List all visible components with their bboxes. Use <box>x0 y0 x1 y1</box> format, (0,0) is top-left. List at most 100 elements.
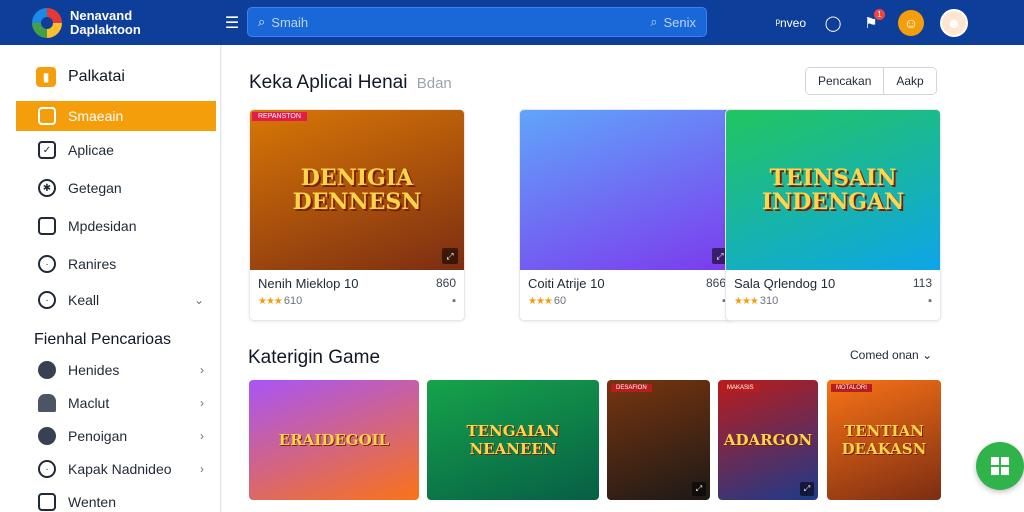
game-avatar-icon[interactable]: ☺ <box>898 9 924 36</box>
card-name: Sala Qrlendog 10 <box>734 276 836 291</box>
category-tile-2[interactable]: DESAFION ⤢ <box>607 380 710 500</box>
card-name: Nenih Mieklop 10 <box>258 276 359 291</box>
sidebar-section-item-1[interactable]: Maclut › <box>0 388 220 418</box>
sidebar-section-item-2[interactable]: Penoigan › <box>0 421 220 451</box>
search-submit-button[interactable]: ⌕ Senix <box>650 14 696 30</box>
square-icon <box>38 217 56 235</box>
expand-icon[interactable]: ⤢ <box>692 482 706 496</box>
square-icon <box>38 493 56 511</box>
app-logo-icon <box>32 7 62 38</box>
chevron-right-icon: › <box>200 429 204 443</box>
sort-label: Comed onan <box>850 348 919 362</box>
app-name-line2: Daplaktoon <box>70 21 141 37</box>
search-input[interactable]: ⌕ Smaih ⌕ Senix <box>247 7 707 37</box>
card-art-title: TEINSAIN INDENGAN <box>761 165 905 215</box>
card-art: TEINSAIN INDENGAN <box>726 110 940 270</box>
app-card-0[interactable]: REPANSTON DENIGIA DENNESN ⤢ Nenih Mieklo… <box>249 109 465 321</box>
top-bar: Nenavand Daplaktoon ☰ ⌕ Smaih ⌕ Senix ᵖn… <box>0 0 1024 45</box>
puzzle-icon <box>38 394 56 412</box>
tile-title: ERAIDEGOIL <box>278 431 390 449</box>
chevron-right-icon: › <box>200 462 204 476</box>
sidebar-item-label: Penoigan <box>68 428 128 444</box>
search-icon: ⌕ <box>258 14 266 29</box>
top-actions: ᵖnveo ◯ ⚑ 1 ☺ ☻ <box>775 0 968 45</box>
card-count: 860 <box>435 276 456 290</box>
sidebar-item-label: Ranires <box>68 256 117 272</box>
sidebar-header-label: Palkatai <box>68 68 125 85</box>
app-card-2[interactable]: TEINSAIN INDENGAN Sala Qrlendog 10 113 ★… <box>725 109 941 321</box>
clock-icon: · <box>38 460 56 478</box>
rating-stars-icon: ★★★ <box>258 296 283 307</box>
gear-icon: ✱ <box>38 179 56 197</box>
tile-title: TENGAIAN NEANEEN <box>466 422 560 458</box>
card-name: Coiti Atrije 10 <box>528 276 605 291</box>
clock-icon: · <box>38 255 56 273</box>
sidebar-item-1[interactable]: ✓ Aplicae <box>0 135 220 165</box>
chevron-down-icon: ⌄ <box>922 348 933 362</box>
sidebar-section-item-0[interactable]: Henides › <box>0 355 220 385</box>
top-link[interactable]: ᵖnveo <box>775 16 806 30</box>
sidebar-item-4[interactable]: · Ranires <box>0 249 220 279</box>
sidebar-item-label: Mpdesidan <box>68 218 137 234</box>
sidebar-section-item-4[interactable]: Wenten <box>0 487 220 512</box>
square-icon <box>38 107 56 125</box>
sidebar-section-item-3[interactable]: · Kapak Nadnideo › <box>0 454 220 484</box>
sidebar-item-label: Smaeain <box>68 108 124 124</box>
more-icon[interactable]: ▪ <box>928 295 932 307</box>
chat-icon[interactable]: ◯ <box>822 12 844 34</box>
hamburger-icon[interactable]: ☰ <box>220 13 244 33</box>
sidebar-item-label: Wenten <box>68 494 116 510</box>
expand-icon[interactable]: ⤢ <box>442 248 458 264</box>
notification-badge: 1 <box>874 8 885 20</box>
card-art: REPANSTON DENIGIA DENNESN ⤢ <box>250 110 464 270</box>
sidebar-item-label: Henides <box>68 362 120 378</box>
app-card-1[interactable]: ⤢ Coiti Atrije 10 866 ★★★60 ▪ <box>519 109 735 321</box>
controller-icon <box>38 361 56 379</box>
filter-button-1[interactable]: Aakp <box>883 68 936 94</box>
more-icon[interactable]: ▪ <box>452 295 456 307</box>
sidebar-item-3[interactable]: Mpdesidan <box>0 211 220 241</box>
chevron-right-icon: › <box>200 363 204 377</box>
featured-title: Keka Aplicai Henai Bdan <box>249 72 452 94</box>
clock-icon: · <box>38 291 56 309</box>
tile-tag: MAKASIS <box>722 384 759 392</box>
card-tag: REPANSTON <box>252 112 307 121</box>
search-placeholder: Smaih <box>271 14 309 30</box>
chevron-down-icon[interactable]: ⌄ <box>194 293 204 307</box>
user-avatar[interactable]: ☻ <box>940 8 968 37</box>
circle-icon <box>38 427 56 445</box>
sort-dropdown[interactable]: Comed onan ⌄ <box>850 348 932 362</box>
sidebar-item-2[interactable]: ✱ Getegan <box>0 173 220 203</box>
filter-button-0[interactable]: Pencakan <box>806 68 884 94</box>
chevron-right-icon: › <box>200 396 204 410</box>
card-art-title: DENIGIA DENNESN <box>292 165 422 215</box>
rating-stars-icon: ★★★ <box>734 296 759 307</box>
categories-title: Katerigin Game <box>248 347 381 368</box>
tile-tag: DESAFION <box>611 384 652 392</box>
search-submit-label: Senix <box>663 14 696 30</box>
expand-icon[interactable]: ⤢ <box>800 482 814 496</box>
category-tile-0[interactable]: ERAIDEGOIL <box>249 380 419 500</box>
card-count: 113 <box>912 276 932 290</box>
sidebar-item-0[interactable]: Smaeain <box>16 101 216 131</box>
card-rating: 310 <box>759 295 779 307</box>
search-icon: ⌕ <box>650 14 658 29</box>
notification-icon[interactable]: ⚑ 1 <box>860 8 885 34</box>
sidebar-item-label: Kapak Nadnideo <box>68 461 172 477</box>
sidebar-header: ▮ Palkatai <box>36 67 220 87</box>
sidebar-item-5[interactable]: · Keall ⌄ <box>0 285 220 315</box>
grid-fab-button[interactable] <box>976 442 1024 490</box>
sidebar-item-label: Aplicae <box>68 142 114 158</box>
brand[interactable]: Nenavand Daplaktoon <box>32 7 232 38</box>
category-tile-3[interactable]: MAKASIS ADARGON ⤢ <box>718 380 818 500</box>
sidebar-item-label: Getegan <box>68 180 122 196</box>
featured-filter-buttons: Pencakan Aakp <box>805 67 937 95</box>
sidebar-section-title: Fienhal Pencarioas <box>34 331 171 348</box>
card-art: ⤢ <box>520 110 734 270</box>
app-name-line1: Nenavand <box>70 7 133 23</box>
tile-title: TENTIAN DEAKASN <box>841 422 927 458</box>
category-tile-1[interactable]: TENGAIAN NEANEEN <box>427 380 599 500</box>
category-tile-4[interactable]: MOTALORI TENTIAN DEAKASN <box>827 380 941 500</box>
card-rating: 60 <box>553 295 567 307</box>
sidebar-item-label: Keall <box>68 292 100 308</box>
